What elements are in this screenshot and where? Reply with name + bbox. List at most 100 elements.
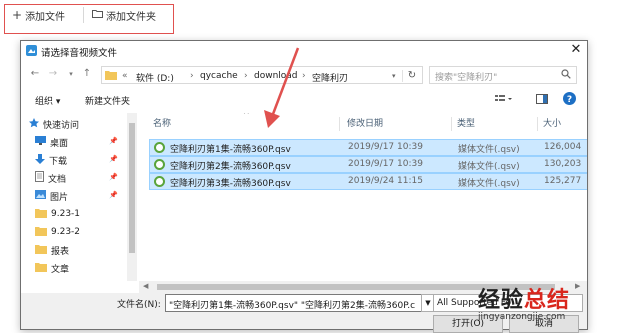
file-type: 媒体文件(.qsv) [458, 145, 520, 155]
nav-item-quick-access[interactable]: 快速访问 [29, 115, 79, 133]
file-row[interactable]: 空降利刃第2集-流畅360P.qsv 2019/9/17 10:39 媒体文件(… [149, 156, 587, 173]
file-list: ^ 名称 修改日期 类型 大小 空降利刃第1集-流畅360P.qsv 2019/… [139, 113, 587, 281]
close-icon[interactable]: ✕ [569, 43, 583, 57]
watermark-brand: 经验总结 [478, 282, 638, 314]
watermark-url: jingyanzongjie.com [478, 312, 566, 322]
nav-item-documents[interactable]: 文档 📌 [35, 169, 125, 187]
breadcrumb-separator-icon: › [244, 71, 248, 81]
file-modified: 2019/9/17 10:39 [348, 159, 423, 169]
desktop-icon [35, 136, 46, 148]
organize-menu[interactable]: 组织 ▾ [35, 94, 60, 107]
file-type: 媒体文件(.qsv) [458, 179, 520, 189]
nav-scrollbar[interactable] [127, 113, 137, 281]
forward-arrow-icon[interactable]: → [47, 68, 59, 80]
column-type-label: 类型 [457, 118, 476, 129]
nav-label: 下载 [49, 156, 68, 167]
add-folder-button[interactable]: 添加文件夹 [92, 6, 156, 24]
view-options-icon[interactable] [495, 94, 513, 107]
nav-label: 快速访问 [43, 120, 80, 131]
qsv-file-icon [154, 142, 165, 153]
pin-icon[interactable]: 📌 [109, 191, 118, 199]
nav-item-folder-9-23-2[interactable]: 9.23-2 [35, 223, 80, 241]
search-icon[interactable] [561, 69, 571, 82]
nav-label: 图片 [50, 192, 69, 203]
help-icon[interactable]: ? [563, 92, 576, 108]
breadcrumb-current[interactable]: 空降利刃 [312, 71, 348, 84]
nav-label: 文章 [51, 264, 70, 275]
pin-icon[interactable]: 📌 [109, 137, 118, 145]
new-folder-button[interactable]: 新建文件夹 [85, 94, 130, 107]
breadcrumb-overflow[interactable]: « [122, 71, 128, 81]
filename-value: "空降利刃第1集-流畅360P.qsv" "空降利刃第2集-流畅360P.c [169, 301, 416, 311]
column-header-name[interactable]: 名称 [153, 113, 171, 131]
column-header-type[interactable]: 类型 [457, 113, 475, 131]
scroll-thumb[interactable] [129, 123, 135, 253]
file-name: 空降利刃第2集-流畅360P.qsv [170, 162, 291, 172]
refresh-icon[interactable]: ↻ [402, 70, 421, 82]
column-divider[interactable] [537, 117, 538, 131]
breadcrumb-qycache[interactable]: qycache [200, 71, 238, 81]
column-header-modified[interactable]: 修改日期 [347, 113, 383, 131]
watermark: 经验总结 jingyanzongjie.com [478, 282, 638, 322]
sort-ascending-icon: ^ [243, 113, 250, 119]
folder-icon [35, 262, 47, 275]
scroll-left-icon[interactable]: ◀ [143, 282, 148, 290]
folder-icon [35, 244, 47, 257]
pin-icon[interactable]: 📌 [109, 173, 118, 181]
nav-item-folder-reports[interactable]: 报表 [35, 241, 69, 259]
file-size: 130,203 [544, 159, 582, 169]
search-placeholder: 搜索"空降利刃" [435, 73, 498, 83]
file-row[interactable]: 空降利刃第3集-流畅360P.qsv 2019/9/24 11:15 媒体文件(… [149, 173, 587, 190]
path-dropdown-icon[interactable]: ▾ [392, 72, 396, 80]
dialog-title: 请选择音视频文件 [41, 48, 118, 59]
file-size: 125,277 [544, 176, 582, 186]
star-icon [29, 117, 39, 131]
file-size: 126,004 [544, 142, 582, 152]
column-size-label: 大小 [543, 118, 562, 129]
up-arrow-icon[interactable]: ↑ [81, 68, 93, 80]
nav-label: 9.23-2 [51, 227, 81, 237]
document-icon [35, 171, 44, 185]
watermark-brand-black: 经验 [478, 288, 525, 313]
add-folder-label: 添加文件夹 [106, 11, 156, 23]
column-divider[interactable] [339, 117, 340, 131]
folder-icon [35, 226, 47, 239]
column-divider[interactable] [451, 117, 452, 131]
nav-item-folder-articles[interactable]: 文章 [35, 259, 69, 277]
file-name: 空降利刃第3集-流畅360P.qsv [170, 179, 291, 189]
file-type: 媒体文件(.qsv) [458, 162, 520, 172]
navigation-pane: 快速访问 桌面 📌 下载 📌 文档 📌 图片 📌 9.23-1 9.23-2 报… [21, 113, 127, 281]
watermark-brand-red: 总结 [524, 288, 571, 313]
annotation-arrow-icon [264, 47, 300, 128]
download-icon [35, 153, 45, 167]
back-arrow-icon[interactable]: ← [29, 68, 41, 80]
breadcrumb-separator-icon: › [190, 71, 194, 81]
search-input[interactable]: 搜索"空降利刃" [429, 66, 577, 84]
filename-input[interactable]: "空降利刃第1集-流畅360P.qsv" "空降利刃第2集-流畅360P.c [165, 294, 423, 312]
qsv-file-icon [154, 176, 165, 187]
nav-item-desktop[interactable]: 桌面 📌 [35, 133, 125, 151]
recent-chevron-icon[interactable]: ▾ [65, 68, 77, 80]
column-modified-label: 修改日期 [347, 118, 384, 129]
column-header-size[interactable]: 大小 [543, 113, 561, 131]
folder-icon [35, 208, 47, 221]
plus-icon: + [12, 8, 23, 22]
add-file-label: 添加文件 [25, 11, 66, 23]
file-name: 空降利刃第1集-流畅360P.qsv [170, 145, 291, 155]
svg-text:?: ? [567, 95, 572, 105]
nav-label: 桌面 [50, 138, 69, 149]
nav-item-downloads[interactable]: 下载 📌 [35, 151, 125, 169]
add-file-button[interactable]: + 添加文件 [12, 6, 65, 24]
nav-label: 文档 [48, 174, 67, 185]
pin-icon[interactable]: 📌 [109, 155, 118, 163]
folder-outline-icon [92, 9, 103, 21]
nav-item-folder-9-23-1[interactable]: 9.23-1 [35, 205, 80, 223]
file-row[interactable]: 空降利刃第1集-流畅360P.qsv 2019/9/17 10:39 媒体文件(… [149, 139, 587, 156]
breadcrumb-drive[interactable]: 软件 (D:) [136, 71, 174, 84]
nav-item-pictures[interactable]: 图片 📌 [35, 187, 125, 205]
column-name-label: 名称 [153, 118, 172, 129]
preview-pane-icon[interactable] [536, 94, 548, 107]
filename-label: 文件名(N): [117, 300, 161, 310]
folder-icon [105, 70, 117, 83]
file-modified: 2019/9/24 11:15 [348, 176, 423, 186]
